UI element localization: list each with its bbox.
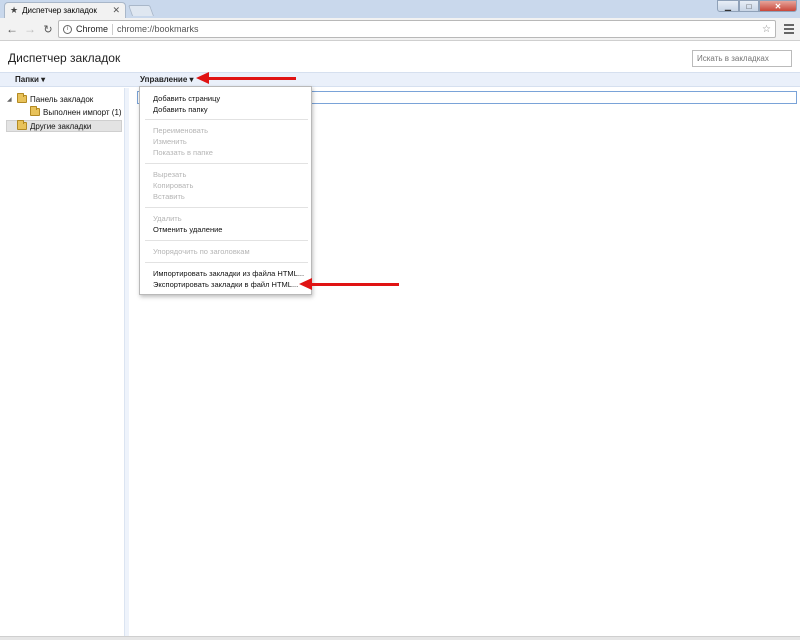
menu-separator xyxy=(145,262,308,263)
folder-tree: ◢ Панель закладок Выполнен импорт (1) Др… xyxy=(0,88,124,636)
reload-icon[interactable]: ↻ xyxy=(40,21,56,37)
url-text[interactable]: chrome://bookmarks xyxy=(117,24,199,34)
menu-separator xyxy=(145,163,308,164)
folders-menu-button[interactable]: Папки ▾ xyxy=(15,75,45,84)
tree-item-label: Выполнен импорт (1) xyxy=(43,107,122,117)
tree-item-imported[interactable]: Выполнен импорт (1) xyxy=(30,106,122,118)
menu-item-undo-delete[interactable]: Отменить удаление xyxy=(153,225,222,234)
menu-item-import-html[interactable]: Импортировать закладки из файла HTML... xyxy=(153,269,304,278)
annotation-arrow-icon xyxy=(196,72,296,84)
tree-item-label: Другие закладки xyxy=(30,121,92,131)
menu-item-show-in-folder: Показать в папке xyxy=(153,148,213,157)
back-arrow-icon[interactable]: ← xyxy=(4,21,20,37)
menu-separator xyxy=(145,119,308,120)
browser-window: ★ Диспетчер закладок ✕ ▁ □ ✕ ← → ↻ i Chr… xyxy=(0,0,800,640)
tab-title: Диспетчер закладок xyxy=(22,6,97,15)
page-info-icon[interactable]: i xyxy=(63,24,72,34)
tab-bookmark-manager[interactable]: ★ Диспетчер закладок ✕ xyxy=(4,2,126,18)
origin-label: Chrome xyxy=(76,24,109,34)
tree-item-other-bookmarks[interactable]: Другие закладки xyxy=(6,120,122,132)
menu-item-paste: Вставить xyxy=(153,192,185,201)
menu-item-edit: Изменить xyxy=(153,137,187,146)
menu-item-rename: Переименовать xyxy=(153,126,208,135)
minimize-button[interactable]: ▁ xyxy=(717,0,739,12)
chrome-menu-icon[interactable] xyxy=(784,23,794,35)
title-bar: ★ Диспетчер закладок ✕ ▁ □ ✕ xyxy=(0,0,800,18)
bookmark-star-icon[interactable]: ☆ xyxy=(762,24,771,35)
pane-splitter[interactable] xyxy=(124,88,129,636)
address-bar[interactable]: i Chrome chrome://bookmarks ☆ xyxy=(58,20,776,38)
menu-separator xyxy=(145,240,308,241)
organize-dropdown-menu: Добавить страницу Добавить папку Переиме… xyxy=(139,86,312,295)
menu-item-copy: Копировать xyxy=(153,181,194,190)
browser-toolbar: ← → ↻ i Chrome chrome://bookmarks ☆ xyxy=(0,18,800,41)
menu-item-sort-by-title: Упорядочить по заголовкам xyxy=(153,247,250,256)
new-tab-button[interactable] xyxy=(127,5,155,16)
folder-icon xyxy=(17,120,27,130)
search-input[interactable] xyxy=(692,50,792,67)
menu-item-delete: Удалить xyxy=(153,214,182,223)
menu-item-add-folder[interactable]: Добавить папку xyxy=(153,105,208,114)
bottom-strip xyxy=(0,636,800,640)
menu-separator xyxy=(145,207,308,208)
annotation-arrow-icon xyxy=(299,278,399,290)
forward-arrow-icon[interactable]: → xyxy=(22,21,38,37)
menu-item-add-page[interactable]: Добавить страницу xyxy=(153,94,220,103)
manager-header-bar: Папки ▾ Управление ▾ xyxy=(0,72,800,87)
menu-item-cut: Вырезать xyxy=(153,170,187,179)
origin-separator xyxy=(112,23,114,35)
folder-icon xyxy=(17,93,27,103)
star-icon: ★ xyxy=(10,5,19,15)
expand-arrow-icon[interactable]: ◢ xyxy=(7,96,14,103)
page-header: Диспетчер закладок xyxy=(0,42,800,72)
menu-item-export-html[interactable]: Экспортировать закладки в файл HTML... xyxy=(153,280,298,289)
organize-menu-button[interactable]: Управление ▾ xyxy=(140,75,194,84)
page-title: Диспетчер закладок xyxy=(8,51,121,65)
tab-close-icon[interactable]: ✕ xyxy=(112,6,120,15)
close-button[interactable]: ✕ xyxy=(759,0,797,12)
maximize-button[interactable]: □ xyxy=(739,0,759,12)
folder-icon xyxy=(30,106,40,116)
tree-item-bookmarks-bar[interactable]: ◢ Панель закладок xyxy=(7,93,93,105)
tree-item-label: Панель закладок xyxy=(30,94,94,104)
